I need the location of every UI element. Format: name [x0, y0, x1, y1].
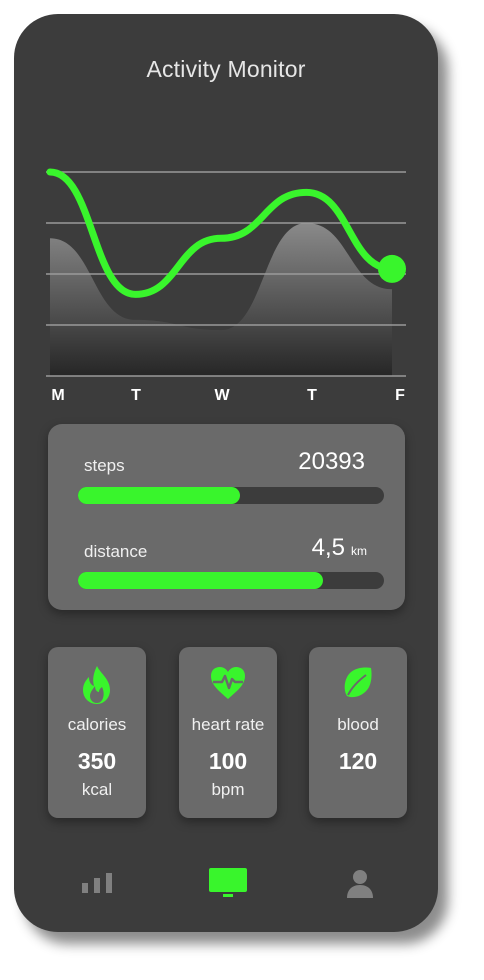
distance-value: 4,5	[311, 534, 345, 561]
x-tick-label-t2: T	[307, 387, 317, 404]
distance-label: distance	[84, 542, 148, 561]
distance-unit: km	[351, 544, 367, 558]
stats-card: steps 20393 distance 4,5 km	[48, 424, 405, 610]
activity-chart	[46, 164, 406, 414]
x-tick-label-f: F	[395, 387, 405, 404]
x-tick-label-w: W	[214, 387, 230, 404]
nav-stats-button[interactable]	[78, 866, 122, 898]
blood-label: blood	[337, 715, 379, 734]
blood-tile[interactable]: blood 120	[309, 647, 407, 818]
line-end-point	[378, 254, 406, 283]
blood-drop-icon	[309, 665, 407, 707]
flame-icon	[48, 665, 146, 707]
phone-screen: Activity Monitor M T W T F steps 20393 d…	[14, 14, 438, 932]
steps-value: 20393	[298, 448, 365, 475]
calories-tile[interactable]: calories 350 kcal	[48, 647, 146, 818]
page-title: Activity Monitor	[146, 56, 306, 82]
nav-monitor-button[interactable]	[206, 866, 250, 900]
calories-unit: kcal	[81, 780, 113, 799]
user-icon	[347, 870, 373, 898]
steps-progress-fill	[78, 487, 241, 504]
heart-rate-value: 100	[208, 748, 248, 774]
x-tick-label-t1: T	[131, 387, 141, 404]
distance-value-group: 4,5 km	[312, 534, 367, 562]
steps-progress-track	[78, 487, 384, 504]
heart-pulse-icon	[179, 665, 277, 707]
monitor-icon	[209, 868, 247, 897]
calories-label: calories	[67, 715, 127, 734]
activity-chart-svg	[46, 168, 406, 377]
blood-value: 120	[338, 748, 378, 774]
steps-label: steps	[84, 456, 125, 475]
distance-progress-fill	[78, 572, 323, 589]
distance-progress-track	[78, 572, 384, 589]
calories-value: 350	[77, 748, 117, 774]
x-tick-label-m: M	[51, 387, 65, 404]
nav-profile-button[interactable]	[338, 866, 382, 900]
heart-rate-unit: bpm	[211, 780, 245, 799]
bar-chart-icon	[82, 873, 112, 893]
heart-rate-label: heart rate	[191, 715, 265, 734]
heart-rate-tile[interactable]: heart rate 100 bpm	[179, 647, 277, 818]
area-series	[50, 223, 392, 376]
